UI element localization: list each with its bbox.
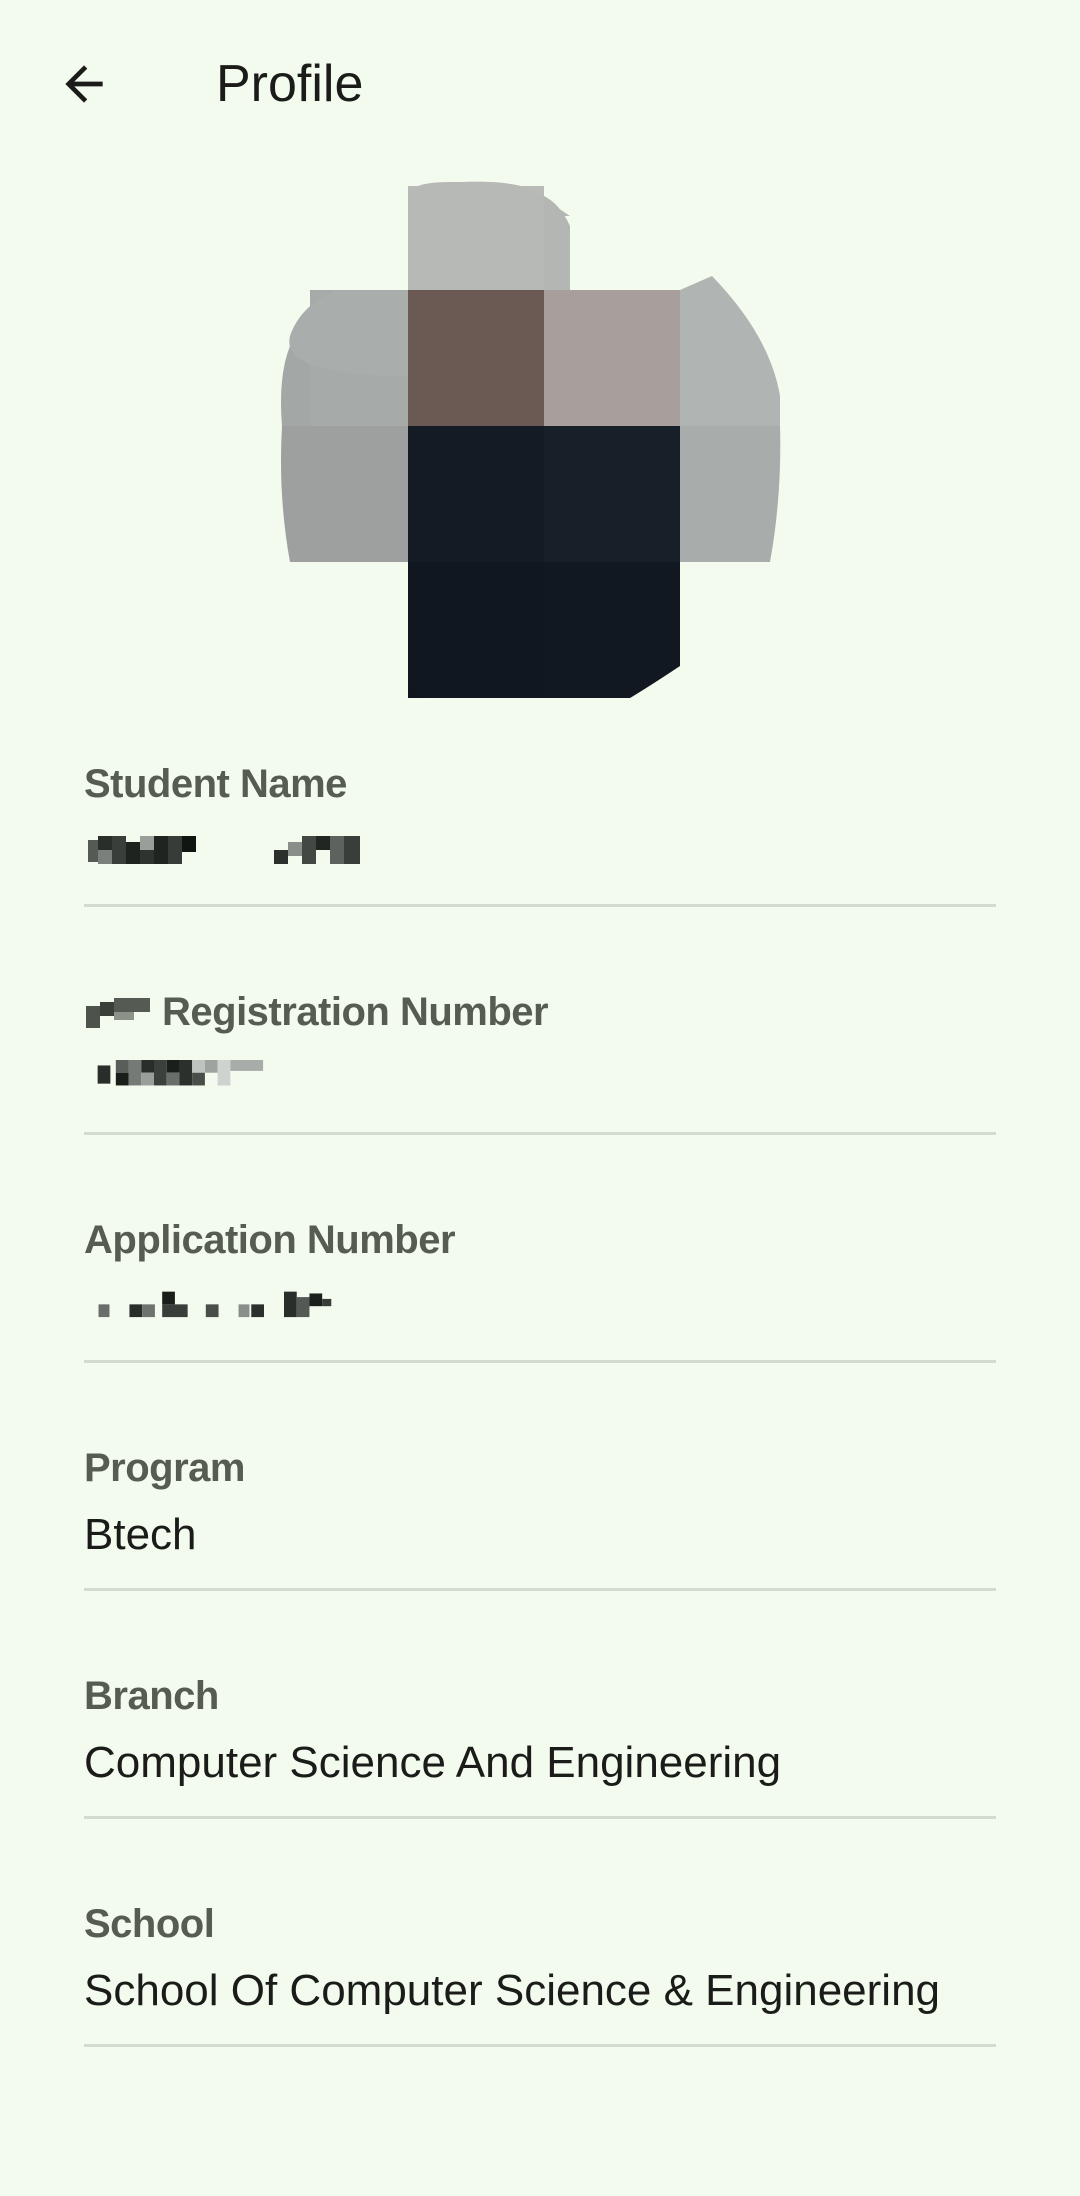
field-label-text: Registration Number [162,990,549,1034]
field-label: Registration Number [84,988,549,1036]
field-program: Program Btech [84,1424,996,1652]
divider [84,1588,996,1591]
page-title: Profile [216,55,364,113]
redacted-value [98,1291,332,1318]
divider [84,1360,996,1363]
field-application-number: Application Number [84,1196,996,1424]
field-label: Application Number [84,1218,456,1262]
divider [84,904,996,907]
redacted-value [97,1060,264,1086]
arrow-left-icon [65,65,103,103]
profile-fields: Student Name Registration Number Applica… [84,740,996,2108]
field-registration-number: Registration Number [84,968,996,1196]
field-value: School Of Computer Science & Engineering [84,1966,941,2015]
avatar [270,176,790,706]
divider [84,1816,996,1819]
divider [84,1132,996,1135]
field-school: School School Of Computer Science & Engi… [84,1880,996,2108]
field-label: School [84,1902,215,1946]
top-app-bar: Profile [0,0,1080,170]
field-label: Student Name [84,762,347,806]
back-button[interactable] [44,44,124,124]
divider [84,2044,996,2047]
field-value: Computer Science And Engineering [84,1738,782,1787]
field-branch: Branch Computer Science And Engineering [84,1652,996,1880]
field-label: Program [84,1446,246,1490]
field-student-name: Student Name [84,740,996,968]
field-value: Btech [84,1510,197,1559]
field-label: Branch [84,1674,219,1718]
profile-screen: Profile Student Name Registration Number… [0,0,1080,2196]
redacted-value [88,836,360,864]
redacted-prefix [86,998,150,1029]
